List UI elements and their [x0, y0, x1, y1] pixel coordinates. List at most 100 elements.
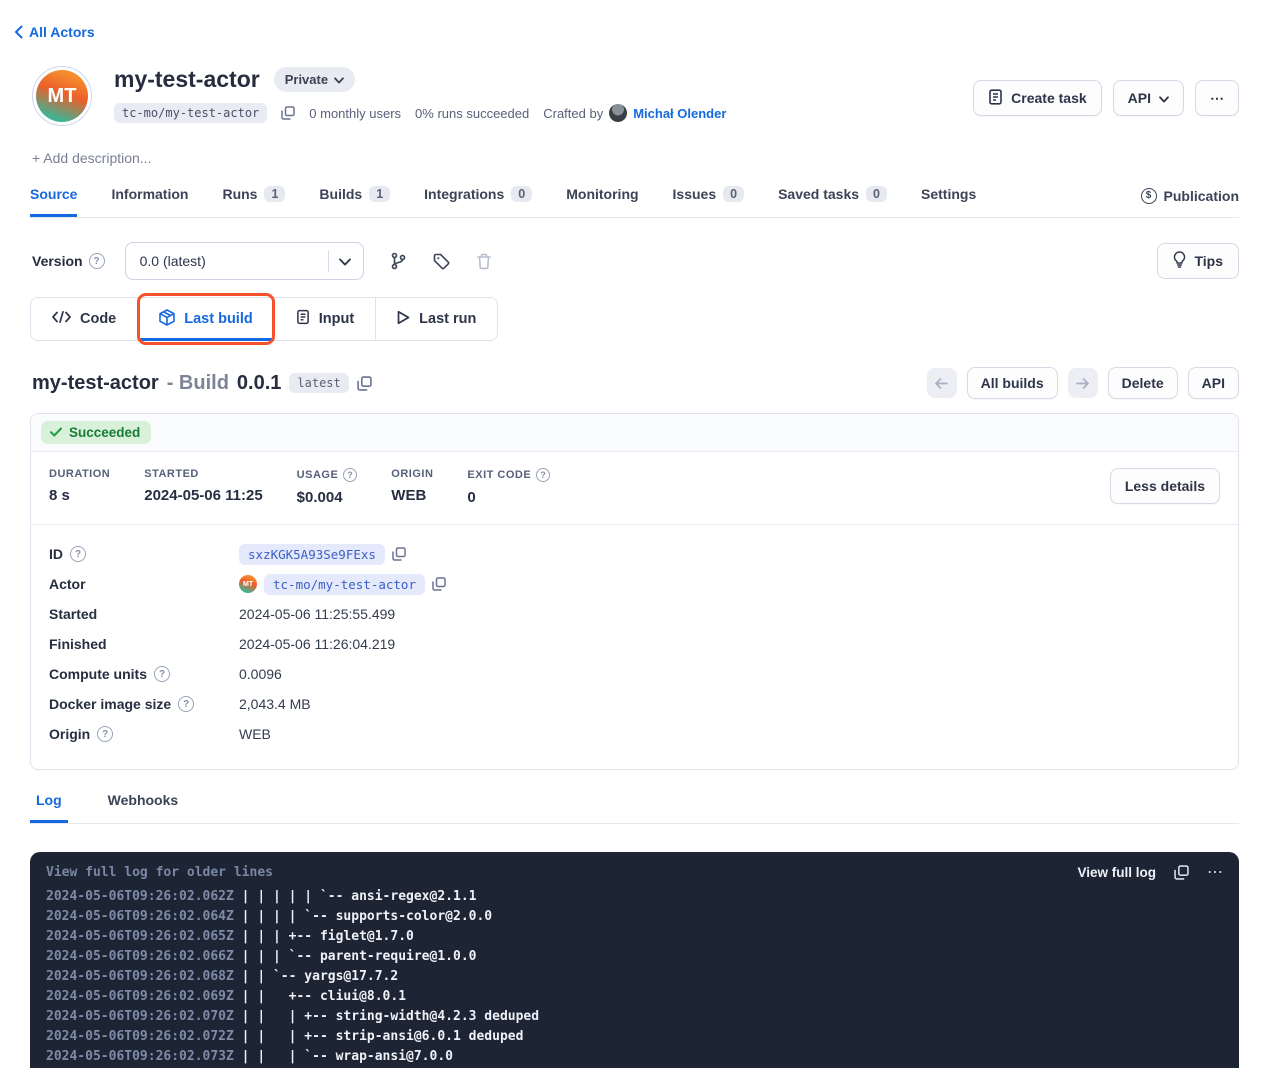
- copy-icon[interactable]: [392, 547, 406, 561]
- saved-tasks-count-badge: 0: [866, 186, 887, 202]
- log-line: 2024-05-06T09:26:02.068Z | | `-- yargs@1…: [46, 967, 1223, 987]
- actor-link-pill[interactable]: tc-mo/my-test-actor: [264, 574, 425, 595]
- help-icon[interactable]: ?: [70, 546, 86, 562]
- log-lines: 2024-05-06T09:26:02.062Z | | | | | `-- a…: [46, 887, 1223, 1068]
- tab-builds[interactable]: Builds1: [319, 186, 390, 217]
- create-task-button[interactable]: Create task: [973, 80, 1102, 116]
- copy-icon[interactable]: [281, 106, 295, 120]
- breadcrumb-label: All Actors: [29, 24, 95, 40]
- build-id-pill: sxzKGK5A93Se9FExs: [239, 544, 385, 565]
- log-line: 2024-05-06T09:26:02.069Z | | +-- cliui@8…: [46, 987, 1223, 1007]
- subtab-last-run[interactable]: Last run: [376, 298, 497, 340]
- tab-runs[interactable]: Runs1: [222, 186, 285, 217]
- visibility-badge[interactable]: Private: [274, 67, 355, 92]
- older-lines-notice: View full log for older lines: [46, 865, 273, 880]
- actor-avatar: MT: [32, 66, 92, 126]
- document-icon: [988, 89, 1003, 108]
- tab-settings[interactable]: Settings: [921, 186, 976, 217]
- actor-header: MT my-test-actor Private tc-mo/my-test-a…: [32, 66, 1239, 126]
- copy-icon[interactable]: [1174, 865, 1189, 880]
- copy-icon[interactable]: [432, 577, 446, 591]
- add-description[interactable]: + Add description...: [32, 150, 151, 166]
- integrations-count-badge: 0: [511, 186, 532, 202]
- help-icon[interactable]: ?: [154, 666, 170, 682]
- dollar-circle-icon: $: [1141, 188, 1157, 204]
- version-selected-value: 0.0 (latest): [140, 253, 328, 269]
- help-icon[interactable]: ?: [536, 468, 550, 482]
- stat-started: STARTED 2024-05-06 11:25: [144, 468, 262, 504]
- stat-origin: ORIGIN WEB: [391, 468, 433, 504]
- next-build-button: [1068, 368, 1098, 398]
- log-line: 2024-05-06T09:26:02.065Z | | | +-- figle…: [46, 927, 1223, 947]
- play-icon: [397, 310, 410, 329]
- tab-log[interactable]: Log: [30, 792, 68, 823]
- tab-source[interactable]: Source: [30, 186, 77, 217]
- main-tabs: Source Information Runs1 Builds1 Integra…: [30, 186, 1239, 218]
- tips-button[interactable]: Tips: [1157, 243, 1239, 279]
- kv-row-id: ID? sxzKGK5A93Se9FExs: [49, 539, 1220, 569]
- latest-tag: latest: [289, 373, 348, 393]
- help-icon[interactable]: ?: [178, 696, 194, 712]
- author-link[interactable]: Michał Olender: [633, 106, 726, 121]
- actor-id-pill: tc-mo/my-test-actor: [114, 103, 267, 123]
- crafted-by: Crafted by Michał Olender: [543, 104, 726, 122]
- breadcrumb-all-actors[interactable]: All Actors: [14, 24, 95, 40]
- tab-information[interactable]: Information: [111, 186, 188, 217]
- lightbulb-icon: [1173, 251, 1186, 271]
- log-line: 2024-05-06T09:26:02.064Z | | | | `-- sup…: [46, 907, 1223, 927]
- issues-count-badge: 0: [723, 186, 744, 202]
- kv-row-origin: Origin? WEB: [49, 719, 1220, 749]
- prev-build-button: [927, 368, 957, 398]
- build-api-button[interactable]: API: [1188, 367, 1239, 399]
- subtab-code[interactable]: Code: [31, 298, 138, 340]
- runs-count-badge: 1: [264, 186, 285, 202]
- log-line: 2024-05-06T09:26:02.062Z | | | | | `-- a…: [46, 887, 1223, 907]
- tab-saved-tasks[interactable]: Saved tasks0: [778, 186, 887, 217]
- tab-publication[interactable]: $ Publication: [1141, 188, 1239, 216]
- version-label: Version ?: [32, 253, 105, 269]
- tab-webhooks[interactable]: Webhooks: [102, 792, 185, 823]
- status-badge: Succeeded: [41, 421, 151, 444]
- more-actions-button[interactable]: ⋯: [1195, 80, 1239, 116]
- kv-row-actor: Actor MT tc-mo/my-test-actor: [49, 569, 1220, 599]
- version-select[interactable]: 0.0 (latest): [125, 242, 364, 280]
- copy-icon[interactable]: [357, 376, 372, 391]
- help-icon[interactable]: ?: [343, 468, 357, 482]
- check-icon: [50, 425, 62, 440]
- chevron-down-icon: [339, 253, 351, 269]
- subtab-input[interactable]: Input: [275, 298, 376, 340]
- log-line: 2024-05-06T09:26:02.066Z | | | `-- paren…: [46, 947, 1223, 967]
- help-icon[interactable]: ?: [97, 726, 113, 742]
- stat-exit-code: EXIT CODE? 0: [467, 468, 550, 506]
- kv-row-finished: Finished 2024-05-06 11:26:04.219: [49, 629, 1220, 659]
- log-line: 2024-05-06T09:26:02.070Z | | | +-- strin…: [46, 1007, 1223, 1027]
- kv-row-started: Started 2024-05-06 11:25:55.499: [49, 599, 1220, 629]
- all-builds-button[interactable]: All builds: [967, 367, 1058, 399]
- delete-build-button[interactable]: Delete: [1108, 367, 1178, 399]
- stat-duration: DURATION 8 s: [49, 468, 110, 504]
- log-line: 2024-05-06T09:26:02.072Z | | | +-- strip…: [46, 1027, 1223, 1047]
- runs-succeeded-stat: 0% runs succeeded: [415, 106, 529, 121]
- less-details-button[interactable]: Less details: [1110, 468, 1220, 504]
- package-icon: [159, 309, 175, 330]
- build-title: my-test-actor - Build 0.0.1 latest: [32, 372, 372, 395]
- tab-monitoring[interactable]: Monitoring: [566, 186, 638, 217]
- git-branch-icon[interactable]: [390, 252, 407, 270]
- api-button[interactable]: API: [1113, 80, 1184, 116]
- trash-icon: [476, 253, 492, 270]
- source-subtabs: Code Last build Input Last run: [30, 297, 1239, 341]
- code-icon: [52, 311, 71, 327]
- tag-icon[interactable]: [433, 253, 450, 270]
- log-line: 2024-05-06T09:26:02.073Z | | | `-- wrap-…: [46, 1047, 1223, 1067]
- subtab-last-build[interactable]: Last build: [138, 298, 274, 340]
- view-full-log-button[interactable]: View full log: [1077, 865, 1156, 880]
- build-log-console[interactable]: View full log for older lines View full …: [30, 852, 1239, 1068]
- log-more-button[interactable]: ⋯: [1207, 862, 1223, 882]
- build-details-card: Succeeded DURATION 8 s STARTED 2024-05-0…: [30, 413, 1239, 770]
- tab-issues[interactable]: Issues0: [673, 186, 745, 217]
- builds-count-badge: 1: [369, 186, 390, 202]
- actor-mini-avatar: MT: [239, 575, 257, 593]
- tab-integrations[interactable]: Integrations0: [424, 186, 532, 217]
- version-bar: Version ? 0.0 (latest) Tips: [32, 242, 1239, 280]
- help-icon[interactable]: ?: [89, 253, 105, 269]
